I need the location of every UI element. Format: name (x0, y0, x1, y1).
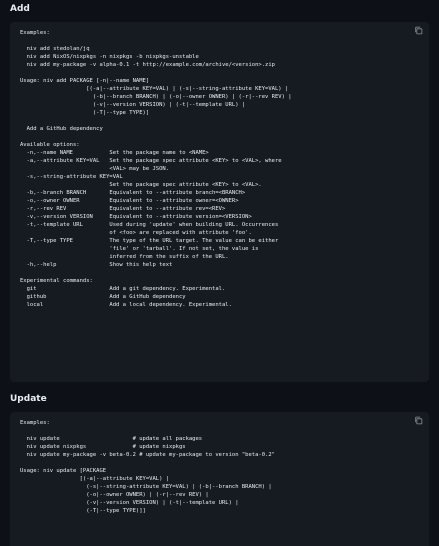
code-text-add: Examples: niv add stedolan/jq niv add Ni… (20, 30, 292, 308)
section-heading-add: Add (10, 4, 30, 14)
copy-icon[interactable] (414, 26, 423, 35)
section-heading-update: Update (10, 394, 47, 404)
copy-icon[interactable] (414, 416, 423, 425)
code-text-update: Examples: niv update # update all packag… (20, 420, 275, 514)
code-block-add: Examples: niv add stedolan/jq niv add Ni… (10, 22, 429, 382)
code-block-update: Examples: niv update # update all packag… (10, 412, 429, 546)
